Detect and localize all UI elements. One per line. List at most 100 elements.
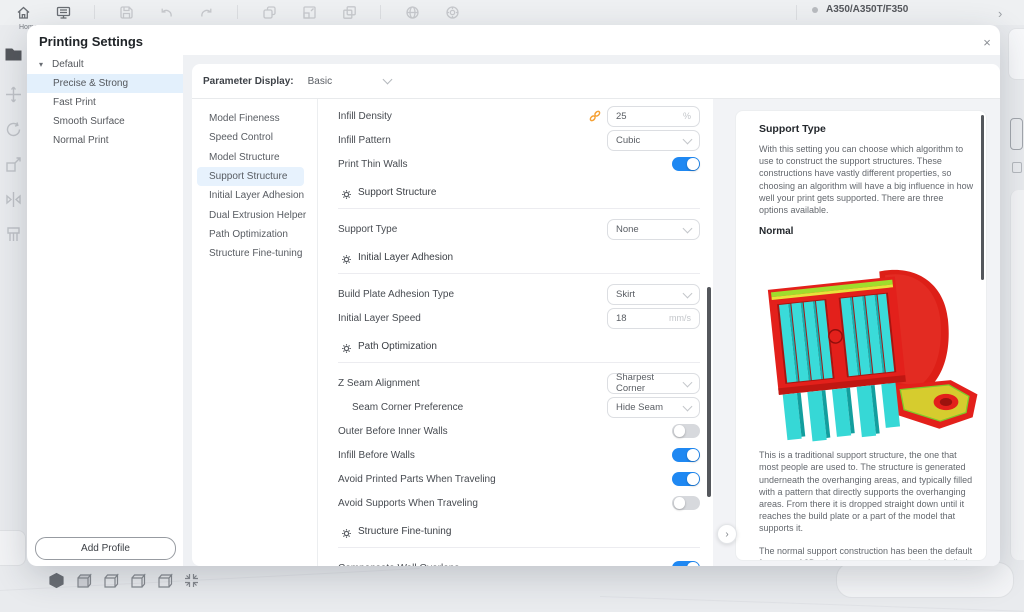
mirror-icon[interactable] xyxy=(340,3,358,21)
z-seam-alignment-select[interactable]: Sharpest Corner xyxy=(607,372,700,394)
parameter-display-bar: Parameter Display: Basic xyxy=(192,64,1000,99)
add-profile-button[interactable]: Add Profile xyxy=(35,537,176,560)
setting-row: Seam Corner Preference Hide Seam xyxy=(338,395,700,419)
duplicate-icon[interactable] xyxy=(260,3,278,21)
section-label: Path Optimization xyxy=(358,340,437,352)
avoid-printed-parts-toggle[interactable] xyxy=(672,471,700,487)
undo-icon[interactable] xyxy=(157,3,175,21)
redo-icon[interactable] xyxy=(197,3,215,21)
toolbar-icons xyxy=(14,3,461,21)
nav-item-dual-extrusion-helper[interactable]: Dual Extrusion Helper xyxy=(192,205,317,224)
profile-item-smooth-surface[interactable]: Smooth Surface xyxy=(27,112,183,131)
right-view-icon[interactable] xyxy=(156,572,173,589)
input-unit: mm/s xyxy=(669,313,691,323)
infill-pattern-select[interactable]: Cubic xyxy=(607,129,700,151)
seam-corner-preference-select[interactable]: Hide Seam xyxy=(607,396,700,418)
support-tool-icon[interactable] xyxy=(4,225,23,244)
isometric-view-icon[interactable] xyxy=(48,572,65,589)
scale-tool-icon[interactable] xyxy=(4,155,23,174)
settings-card: Parameter Display: Basic Model Fineness … xyxy=(192,64,1000,566)
gear-icon xyxy=(341,526,352,538)
setting-row: Avoid Printed Parts When Traveling xyxy=(338,467,700,491)
help-paragraph: The normal support construction has been… xyxy=(759,545,973,560)
machine-selector[interactable]: A350/A350T/F350 xyxy=(812,4,908,15)
nav-item-path-optimization[interactable]: Path Optimization xyxy=(192,225,317,244)
chevron-down-icon xyxy=(682,134,693,144)
section-label: Initial Layer Adhesion xyxy=(358,251,454,263)
help-collapse-button[interactable]: › xyxy=(717,524,737,544)
setting-label: Outer Before Inner Walls xyxy=(338,425,448,437)
select-value: Hide Seam xyxy=(616,401,663,413)
right-panel-card-edge xyxy=(1010,190,1024,560)
profile-item-precise-strong[interactable]: Precise & Strong xyxy=(27,74,183,93)
setting-row: Build Plate Adhesion Type Skirt xyxy=(338,282,700,306)
input-value: 18 xyxy=(616,312,627,324)
infill-before-walls-toggle[interactable] xyxy=(672,447,700,463)
canvas-grid-line xyxy=(599,596,1024,612)
profile-item-normal-print[interactable]: Normal Print xyxy=(27,131,183,150)
settings-scrollbar[interactable] xyxy=(707,287,711,497)
chevron-down-icon[interactable] xyxy=(382,74,393,85)
avoid-supports-toggle[interactable] xyxy=(672,495,700,511)
chevron-down-icon xyxy=(682,223,693,233)
setting-row: Infill Before Walls xyxy=(338,443,700,467)
move-icon[interactable] xyxy=(4,85,23,104)
workspace-icon[interactable] xyxy=(54,3,72,21)
parameter-display-select[interactable]: Basic xyxy=(308,76,332,87)
gear-icon xyxy=(341,341,352,353)
toolbar-separator xyxy=(94,5,95,19)
save-icon[interactable] xyxy=(117,3,135,21)
profile-group-label: Default xyxy=(52,59,84,70)
settings-icon[interactable] xyxy=(443,3,461,21)
infill-density-input[interactable]: 25 % xyxy=(607,105,700,127)
left-view-icon[interactable] xyxy=(129,572,146,589)
help-scrollbar[interactable] xyxy=(981,115,984,280)
nav-item-support-structure[interactable]: Support Structure xyxy=(197,166,304,187)
nav-item-model-structure[interactable]: Model Structure xyxy=(192,148,317,167)
chevron-down-icon xyxy=(682,288,693,298)
setting-row: Outer Before Inner Walls xyxy=(338,419,700,443)
setting-label: Infill Pattern xyxy=(338,134,391,146)
setting-label: Initial Layer Speed xyxy=(338,312,421,324)
home-icon[interactable] xyxy=(14,3,32,21)
help-panel: Support Type With this setting you can c… xyxy=(735,110,987,561)
unlink-icon[interactable] xyxy=(588,109,602,123)
right-panel-glyph xyxy=(1012,162,1022,173)
profile-item-fast-print[interactable]: Fast Print xyxy=(27,93,183,112)
machine-name: A350/A350T/F350 xyxy=(826,4,909,15)
build-plate-adhesion-select[interactable]: Skirt xyxy=(607,283,700,305)
setting-row: Infill Density 25 % xyxy=(338,104,700,128)
setting-row: Z Seam Alignment Sharpest Corner xyxy=(338,371,700,395)
toolbar-separator xyxy=(380,5,381,19)
open-file-icon[interactable] xyxy=(4,44,23,63)
outer-before-inner-walls-toggle[interactable] xyxy=(672,423,700,439)
compensate-wall-overlaps-toggle[interactable] xyxy=(672,560,700,566)
scale-icon[interactable] xyxy=(300,3,318,21)
close-icon[interactable]: × xyxy=(977,32,997,52)
nav-item-structure-fine-tuning[interactable]: Structure Fine-tuning xyxy=(192,244,317,263)
nav-item-model-fineness[interactable]: Model Fineness xyxy=(192,109,317,128)
support-type-select[interactable]: None xyxy=(607,218,700,240)
select-value: Sharpest Corner xyxy=(616,372,655,394)
settings-nav: Model Fineness Speed Control Model Struc… xyxy=(192,99,318,566)
setting-label: Print Thin Walls xyxy=(338,158,408,170)
toolbar-separator xyxy=(237,5,238,19)
tree-caret-icon[interactable]: ▾ xyxy=(39,60,49,69)
nav-item-speed-control[interactable]: Speed Control xyxy=(192,128,317,147)
profile-group-default[interactable]: ▾ Default xyxy=(27,55,183,74)
initial-layer-speed-input[interactable]: 18 mm/s xyxy=(607,307,700,329)
nav-item-initial-layer-adhesion[interactable]: Initial Layer Adhesion xyxy=(192,186,317,205)
mirror-tool-icon[interactable] xyxy=(4,190,23,209)
globe-icon[interactable] xyxy=(403,3,421,21)
fit-view-icon[interactable] xyxy=(183,572,200,589)
setting-row: Avoid Supports When Traveling xyxy=(338,491,700,515)
top-view-icon[interactable] xyxy=(102,572,119,589)
right-panel-sliver xyxy=(1008,28,1024,80)
section-header: Structure Fine-tuning xyxy=(338,521,700,548)
panel-collapse-chevron[interactable]: › xyxy=(998,6,1002,21)
rotate-icon[interactable] xyxy=(4,120,23,139)
printing-settings-dialog: Printing Settings × ▾ Default Precise & … xyxy=(27,25,1000,566)
print-thin-walls-toggle[interactable] xyxy=(672,156,700,172)
setting-label: Infill Density xyxy=(338,110,392,122)
front-view-icon[interactable] xyxy=(75,572,92,589)
